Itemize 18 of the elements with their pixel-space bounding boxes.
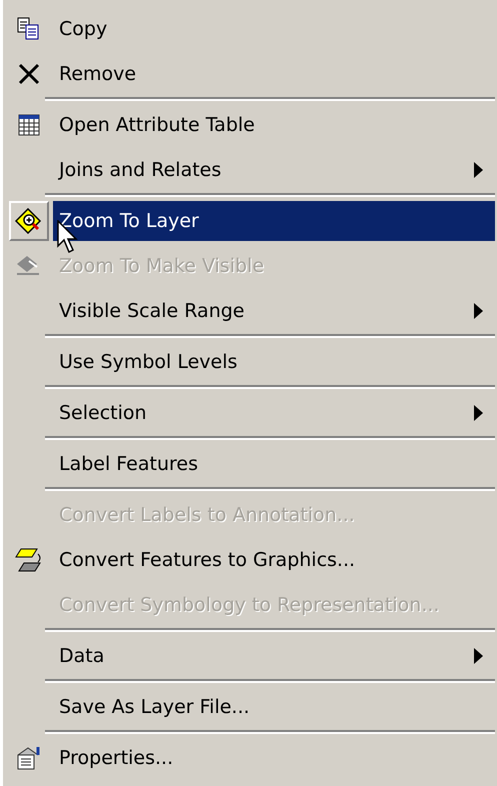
menu-item[interactable]: Zoom To Layer [53,200,495,240]
zoom-in-icon [15,208,43,234]
table-icon [18,114,40,136]
menu-item[interactable]: Copy [53,8,495,48]
copy-icon [17,16,41,40]
menu-item[interactable]: Data [53,636,495,676]
menu-item[interactable]: Selection [53,392,495,432]
menu-item[interactable]: Open Attribute Table [53,104,495,144]
layers-icon [15,546,43,572]
menu-item[interactable]: Remove [53,54,495,94]
menu-item[interactable]: Label Features [53,444,495,484]
menu-item[interactable]: Use Symbol Levels [53,342,495,382]
close-icon [18,62,40,84]
menu-item[interactable]: Joins and Relates [53,150,495,190]
menu-item[interactable]: Properties... [53,738,495,778]
menu-item[interactable]: Visible Scale Range [53,290,495,330]
menu-item[interactable]: Save As Layer File... [53,686,495,726]
menu-item[interactable]: Convert Features to Graphics... [53,540,495,580]
